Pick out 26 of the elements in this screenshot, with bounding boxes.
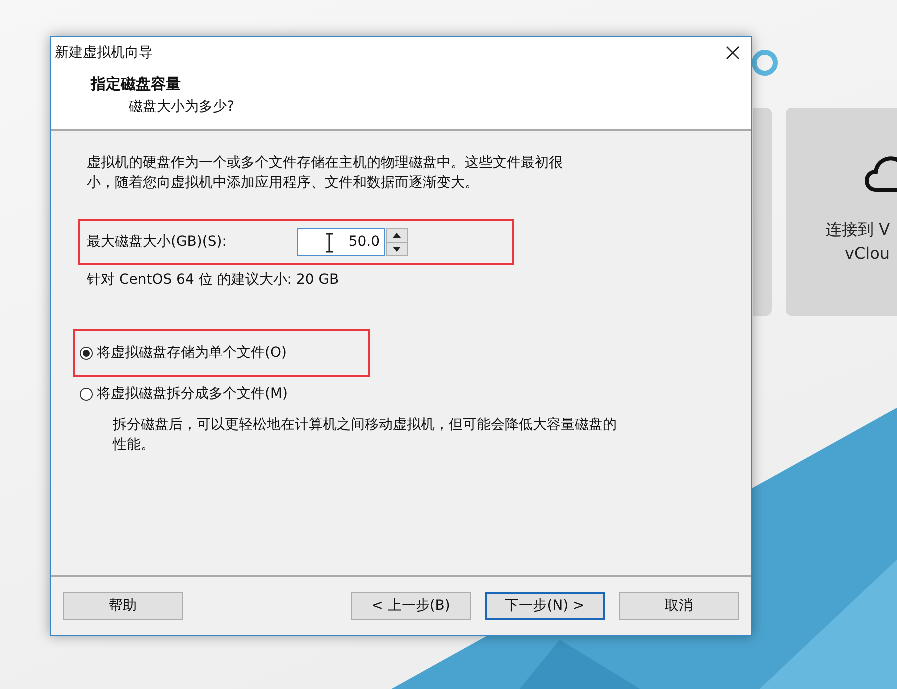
dialog-button[interactable]: 下一步(N) > — [485, 592, 605, 620]
ring-logo-icon — [752, 49, 780, 77]
size-field[interactable]: 50.0 — [297, 228, 385, 256]
description-text: 小，随着您向虚拟机中添加应用程序、文件和数据而逐渐变大。 — [87, 174, 480, 193]
dialog-button[interactable]: < 上一步(B) — [351, 592, 471, 620]
close-icon[interactable] — [725, 45, 741, 61]
text-cursor-icon — [325, 233, 334, 253]
spin-up-button[interactable] — [387, 229, 407, 242]
description-text: 虚拟机的硬盘作为一个或多个文件存储在主机的物理磁盘中。这些文件最初很 — [87, 154, 564, 173]
page-subheading: 磁盘大小为多少? — [129, 98, 236, 116]
dialog-button[interactable]: 取消 — [619, 592, 739, 620]
page-heading: 指定磁盘容量 — [91, 75, 182, 94]
spin-down-button[interactable] — [387, 242, 407, 255]
radio-button[interactable] — [80, 346, 93, 360]
option-card[interactable]: 连接到 V vClou — [786, 108, 897, 316]
dialog-button[interactable]: 帮助 — [63, 592, 183, 620]
radio-button[interactable] — [80, 388, 93, 400]
card-label: 连接到 V — [826, 219, 890, 241]
window-title: 新建虚拟机向导 — [55, 44, 153, 62]
split-note-text: 性能。 — [113, 436, 156, 455]
split-note-text: 拆分磁盘后，可以更轻松地在计算机之间移动虚拟机，但可能会降低大容量磁盘的 — [113, 416, 618, 435]
field-label: 最大磁盘大小(GB)(S): — [87, 233, 228, 251]
recommendation-text: 针对 CentOS 64 位 的建议大小: 20 GB — [87, 271, 340, 289]
up-arrow-icon — [393, 233, 401, 238]
down-arrow-icon — [393, 246, 401, 252]
card-label: vClou — [845, 243, 890, 265]
